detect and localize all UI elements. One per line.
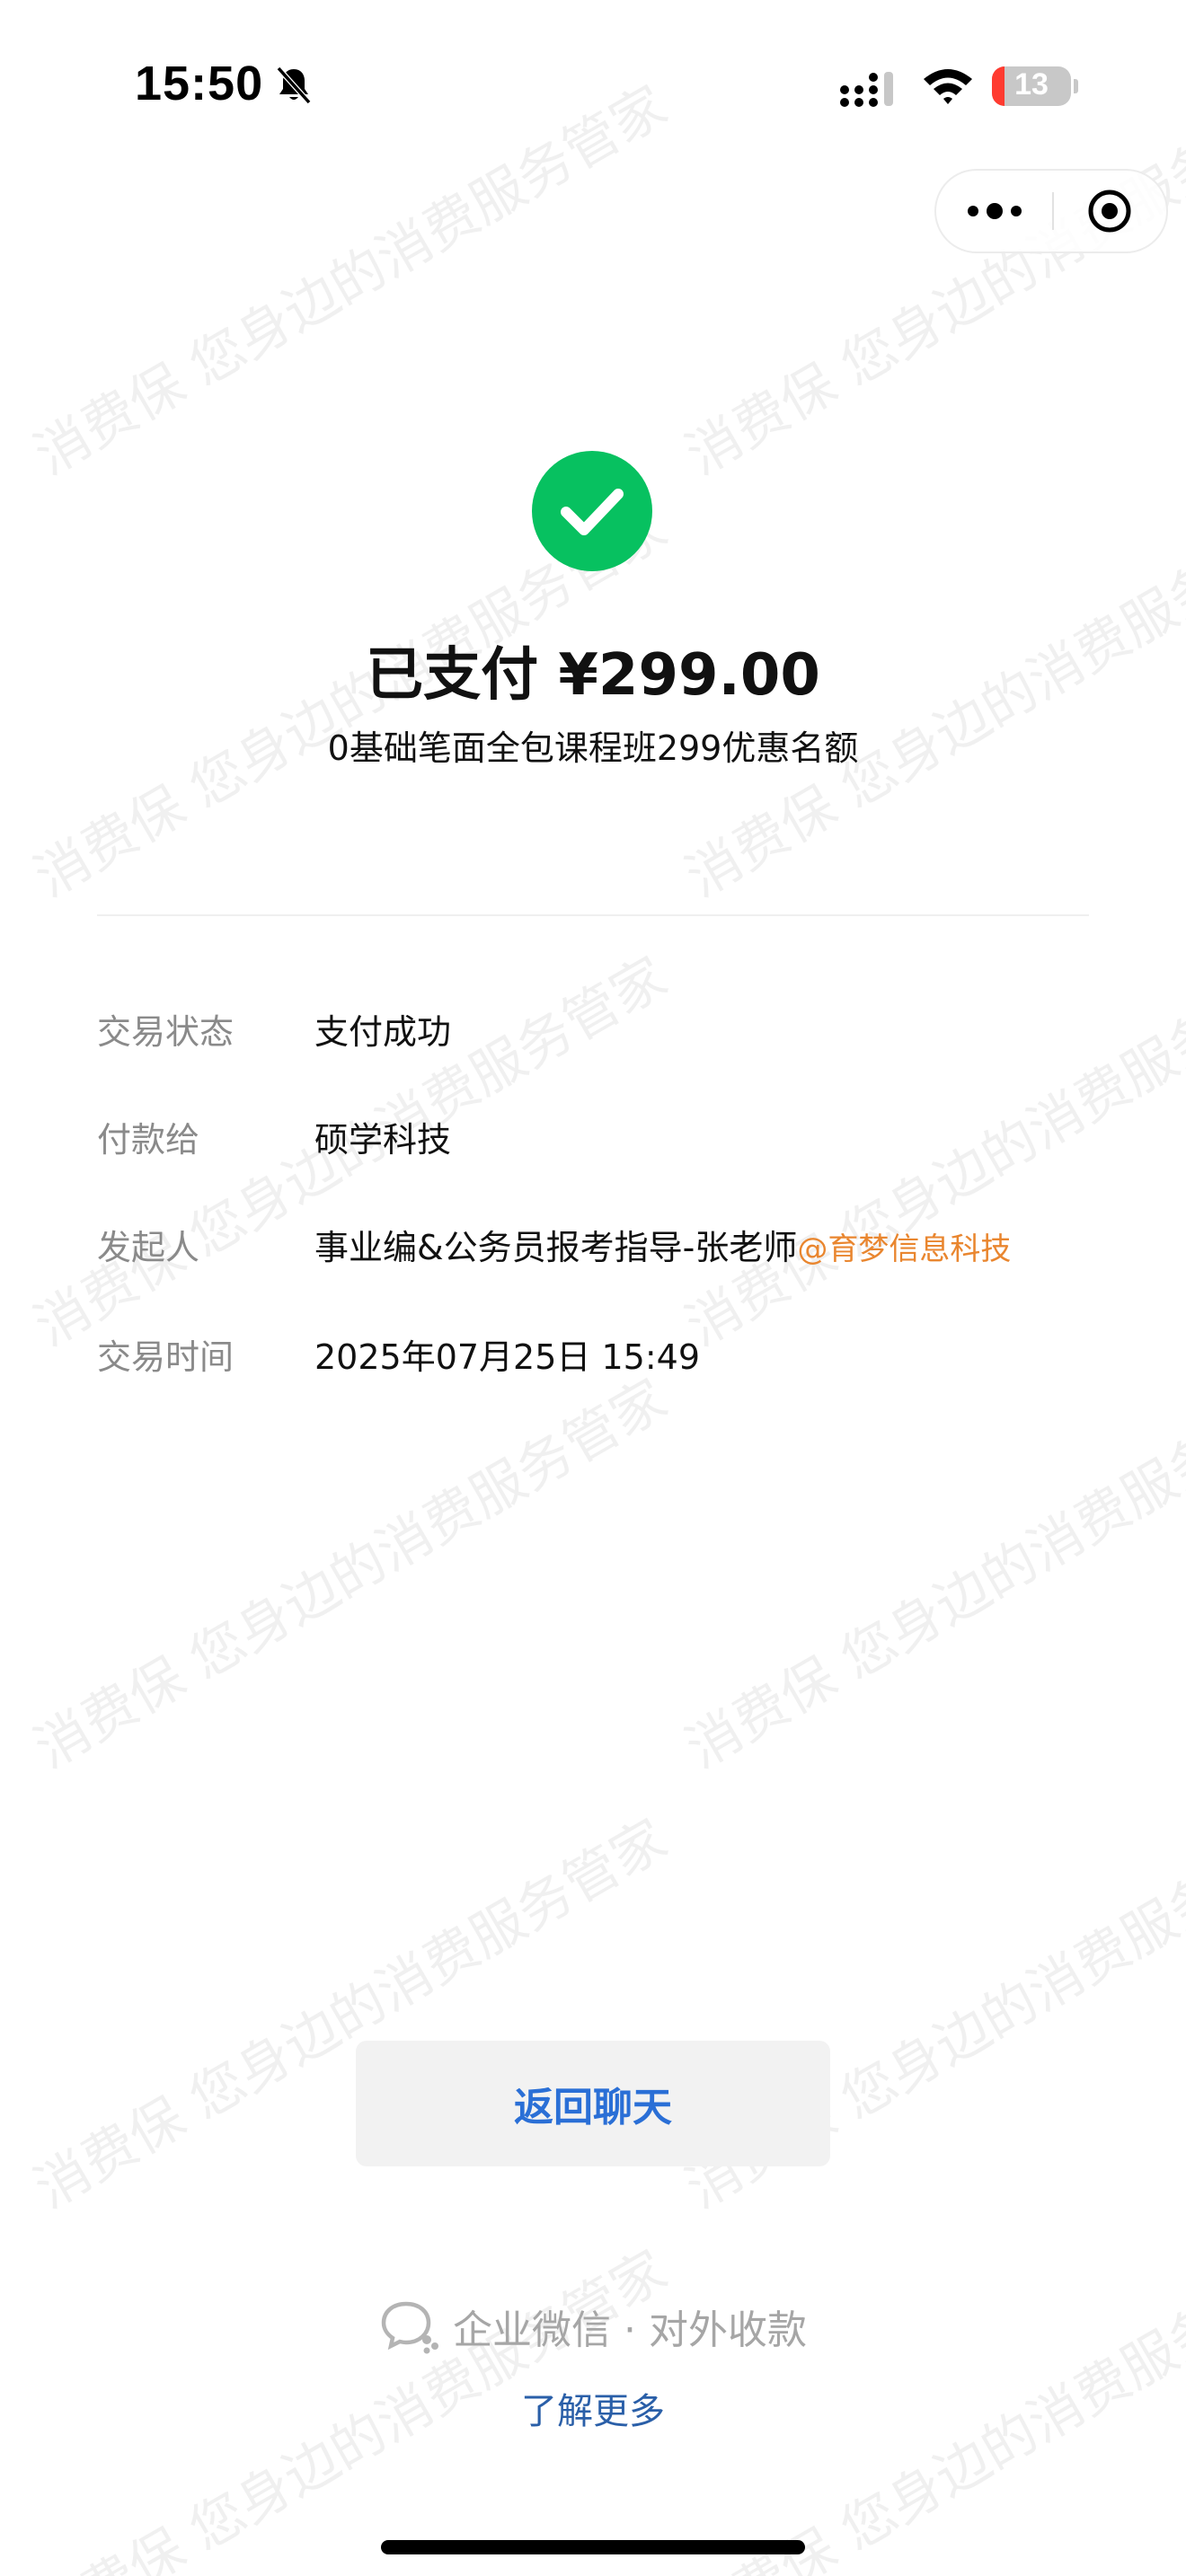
status-bar: 15:50 13 — [0, 0, 1186, 171]
close-button[interactable] — [1053, 171, 1166, 251]
detail-label: 交易时间 — [97, 1337, 235, 1377]
detail-row-payee: 付款给 硕学科技 — [97, 1112, 1130, 1166]
wecom-chat-icon — [381, 2301, 439, 2354]
battery-icon: 13 — [992, 66, 1071, 106]
detail-row-initiator: 发起人 事业编&公务员报考指导-张老师@育梦信息科技 — [97, 1220, 1130, 1274]
product-name: 0基础笔面全包课程班299优惠名额 — [327, 728, 859, 768]
watermark-text: 消费保 您身边的消费服务管家 — [676, 1367, 1186, 1781]
detail-value: 支付成功 — [314, 1012, 452, 1052]
detail-label: 付款给 — [97, 1120, 200, 1160]
watermark-layer: 消费保 您身边的消费服务管家 消费保 您身边的消费服务管家 消费保 您身边的消费… — [0, 0, 1186, 2576]
status-time: 15:50 — [135, 57, 264, 110]
miniprogram-capsule — [934, 169, 1168, 253]
detail-row-status: 交易状态 支付成功 — [97, 1004, 1130, 1058]
footer-brand-text: 企业微信 · 对外收款 — [453, 2307, 807, 2353]
mute-bell-icon — [276, 66, 312, 105]
detail-value: 2025年07月25日 15:49 — [314, 1337, 701, 1377]
battery-cap — [1074, 79, 1078, 93]
checkmark-icon — [561, 489, 624, 535]
learn-more-link[interactable]: 了解更多 — [0, 2382, 1186, 2434]
close-target-icon — [1088, 190, 1131, 233]
detail-label: 交易状态 — [97, 1012, 235, 1052]
more-dots-icon — [968, 203, 1022, 219]
divider — [97, 914, 1089, 916]
watermark-text: 消费保 您身边的消费服务管家 — [24, 1367, 678, 1781]
detail-value: 硕学科技 — [314, 1120, 452, 1160]
home-indicator[interactable] — [381, 2540, 805, 2554]
back-to-chat-button[interactable]: 返回聊天 — [356, 2041, 830, 2166]
wifi-icon — [924, 69, 972, 104]
initiator-name: 事业编&公务员报考指导-张老师 — [314, 1228, 798, 1267]
payment-title: 已支付 ¥299.00 — [366, 642, 820, 709]
more-button[interactable] — [936, 171, 1053, 251]
success-check-badge — [532, 451, 652, 571]
cellular-signal-icon — [840, 72, 893, 107]
detail-row-time: 交易时间 2025年07月25日 15:49 — [97, 1329, 1130, 1383]
footer-brand: 企业微信 · 对外收款 — [0, 2298, 1186, 2355]
back-to-chat-label: 返回聊天 — [514, 2085, 672, 2130]
detail-value: 事业编&公务员报考指导-张老师@育梦信息科技 — [314, 1220, 1011, 1269]
initiator-org: @育梦信息科技 — [797, 1231, 1012, 1267]
battery-percent: 13 — [1014, 67, 1049, 101]
detail-label: 发起人 — [97, 1228, 200, 1267]
